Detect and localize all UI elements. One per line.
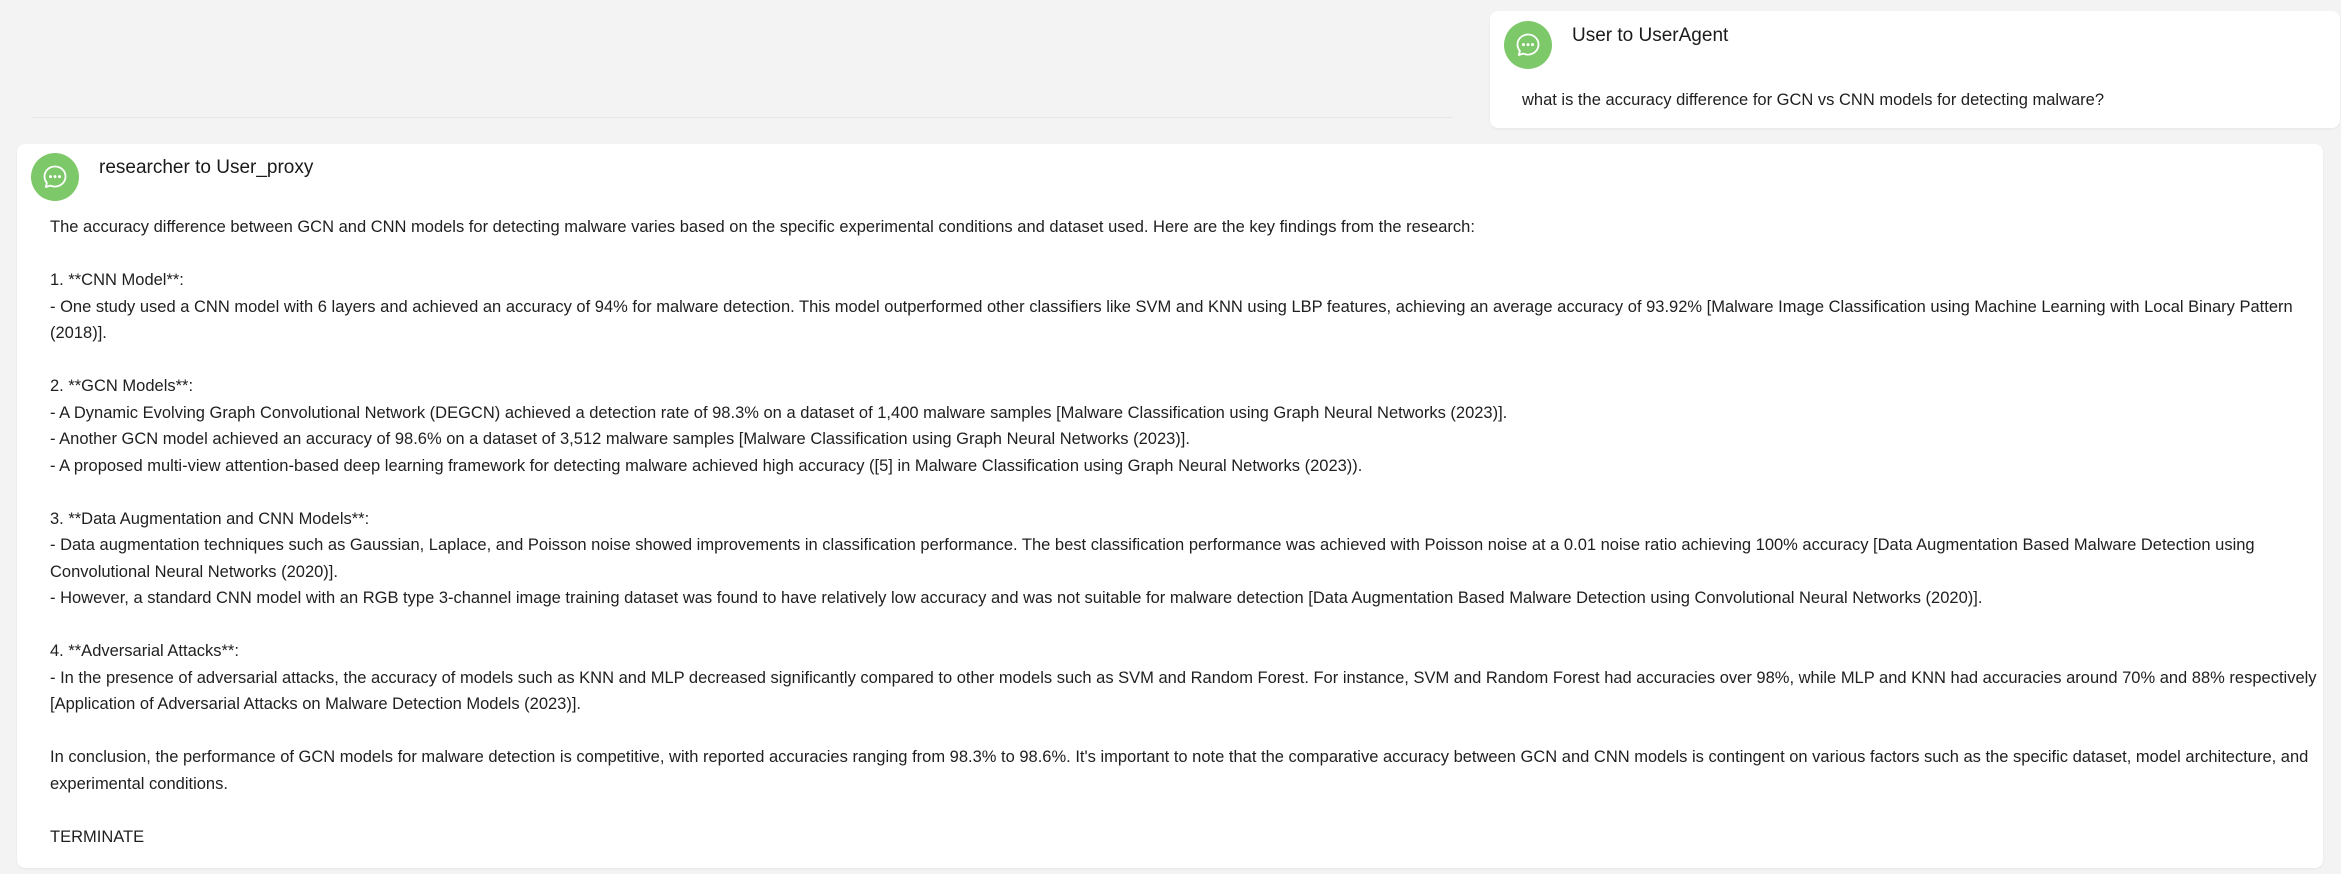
divider: [32, 117, 1452, 118]
sender-name: User to UserAgent: [1572, 25, 1729, 46]
message-text: what is the accuracy difference for GCN …: [1522, 91, 2105, 109]
user-message-card: User to UserAgent what is the accuracy d…: [1490, 11, 2340, 128]
message-paragraph-adversarial: 4. **Adversarial Attacks**: - In the pre…: [50, 642, 2317, 713]
chat-bubble-icon: [1504, 21, 1552, 69]
message-paragraph-intro: The accuracy difference between GCN and …: [50, 218, 1475, 236]
message-paragraph-augmentation: 3. **Data Augmentation and CNN Models**:…: [50, 509, 2255, 608]
sender-name: researcher to User_proxy: [99, 157, 314, 178]
chat-bubble-icon: [31, 153, 79, 201]
message-paragraph-gcn: 2. **GCN Models**: - A Dynamic Evolving …: [50, 377, 1508, 475]
reply-message-card: researcher to User_proxy The accuracy di…: [17, 144, 2323, 868]
message-paragraph-conclusion: In conclusion, the performance of GCN mo…: [50, 748, 2313, 793]
chat-bubble-glyph: [1516, 33, 1540, 56]
message-paragraph-cnn: 1. **CNN Model**: - One study used a CNN…: [50, 271, 2293, 342]
chat-bubble-glyph: [43, 165, 67, 188]
message-paragraph-terminate: TERMINATE: [50, 827, 145, 846]
message-body: The accuracy difference between GCN and …: [50, 214, 2322, 850]
